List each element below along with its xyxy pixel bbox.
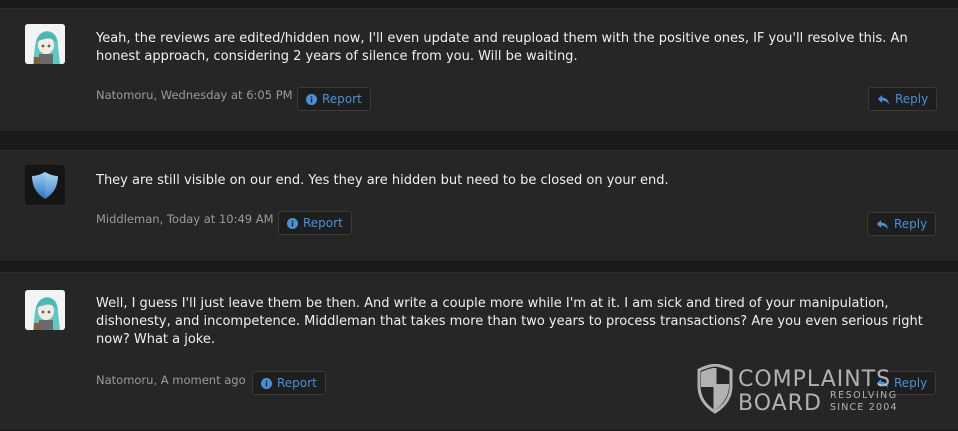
reply-button[interactable]: Reply	[867, 371, 937, 395]
comment-text: Well, I guess I'll just leave them be th…	[96, 296, 927, 347]
comment-meta[interactable]: Natomoru, Wednesday at 6:05 PM	[96, 88, 293, 102]
comment-post: They are still visible on our end. Yes t…	[0, 150, 958, 262]
comment-text: Yeah, the reviews are edited/hidden now,…	[96, 31, 912, 64]
info-icon	[287, 217, 298, 229]
comment-post: Yeah, the reviews are edited/hidden now,…	[0, 8, 958, 132]
reply-button[interactable]: Reply	[868, 87, 938, 111]
anime-avatar-icon	[25, 24, 65, 64]
info-icon	[306, 93, 317, 105]
report-label: Report	[277, 376, 317, 390]
report-button[interactable]: Report	[297, 87, 371, 111]
shield-avatar-icon	[25, 165, 65, 205]
report-button[interactable]: Report	[252, 371, 326, 395]
reply-label: Reply	[894, 376, 928, 390]
reply-arrow-icon	[876, 219, 889, 230]
reply-arrow-icon	[876, 378, 889, 389]
reply-label: Reply	[895, 92, 929, 106]
report-label: Report	[303, 216, 343, 230]
comment-meta[interactable]: Middleman, Today at 10:49 AM	[96, 212, 274, 226]
reply-arrow-icon	[877, 94, 890, 105]
comment-meta[interactable]: Natomoru, A moment ago	[96, 373, 246, 387]
comment-text: They are still visible on our end. Yes t…	[96, 173, 669, 188]
report-button[interactable]: Report	[278, 211, 352, 235]
report-label: Report	[322, 92, 362, 106]
reply-button[interactable]: Reply	[867, 212, 937, 236]
info-icon	[261, 377, 272, 389]
avatar[interactable]	[25, 165, 65, 205]
anime-avatar-icon	[25, 290, 65, 330]
comment-post: Well, I guess I'll just leave them be th…	[0, 272, 958, 431]
comment-thread: Yeah, the reviews are edited/hidden now,…	[0, 0, 958, 431]
avatar[interactable]	[25, 290, 65, 330]
reply-label: Reply	[894, 217, 928, 231]
avatar[interactable]	[25, 24, 65, 64]
